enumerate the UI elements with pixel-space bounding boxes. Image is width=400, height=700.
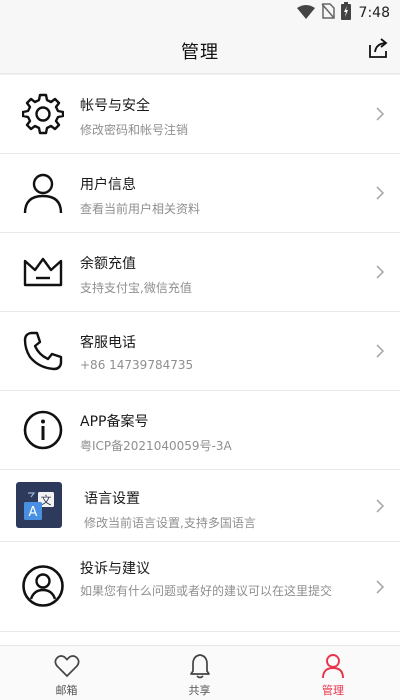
list-item-subtitle: 修改当前语言设置,支持多国语言: [84, 516, 256, 530]
bell-icon: [186, 652, 214, 680]
list-item-title: 余额充值: [80, 256, 136, 272]
list-item-subtitle: 粤ICP备2021040059号-3A: [80, 439, 232, 453]
list-item-user-info[interactable]: 用户信息 查看当前用户相关资料: [0, 154, 400, 233]
chevron-right-icon: [374, 343, 386, 359]
svg-text:文: 文: [41, 493, 52, 507]
tab-label: 管理: [322, 684, 344, 697]
list-item-feedback[interactable]: 投诉与建议 如果您有什么问题或者好的建议可以在这里提交: [0, 542, 400, 632]
list-item-subtitle: 如果您有什么问题或者好的建议可以在这里提交: [80, 584, 333, 598]
chevron-right-icon: [374, 579, 386, 595]
list-item-subtitle: 查看当前用户相关资料: [80, 202, 201, 216]
list-item-account-security[interactable]: 帐号与安全 修改密码和帐号注销: [0, 75, 400, 154]
svg-text:A: A: [29, 505, 38, 520]
status-icons: 7:48: [296, 2, 390, 24]
list-item-title: 投诉与建议: [80, 561, 150, 577]
wifi-icon: [296, 4, 315, 23]
status-bar: 7:48: [0, 0, 400, 26]
list-item-icp-record: APP备案号 粤ICP备2021040059号-3A: [0, 391, 400, 470]
page-title: 管理: [181, 42, 219, 63]
info-icon: [20, 407, 66, 453]
list-item-balance-recharge[interactable]: 余额充值 支持支付宝,微信充值: [0, 233, 400, 312]
tab-share[interactable]: 共享: [133, 646, 266, 700]
list-item-subtitle: +86 14739784735: [80, 358, 194, 372]
nav-bar: 管理: [0, 26, 400, 74]
no-sim-icon: [320, 3, 335, 23]
tab-label: 共享: [188, 684, 211, 697]
status-time: 7:48: [358, 5, 390, 21]
list-item-title: 帐号与安全: [80, 98, 150, 114]
tab-label: 邮箱: [55, 684, 78, 697]
list-item-title: 语言设置: [84, 491, 140, 507]
bottom-tab-bar: 邮箱 共享 管理: [0, 645, 400, 700]
heart-icon: [53, 652, 81, 680]
list-item-customer-service[interactable]: 客服电话 +86 14739784735: [0, 312, 400, 391]
crown-icon: [20, 249, 66, 295]
translate-icon: 文 A: [16, 482, 62, 528]
phone-icon: [20, 328, 66, 374]
list-item-title: 用户信息: [80, 177, 136, 193]
tab-manage[interactable]: 管理: [266, 646, 400, 700]
account-circle-icon: [20, 563, 66, 609]
tab-mailbox[interactable]: 邮箱: [0, 646, 133, 700]
chevron-right-icon: [374, 106, 386, 122]
list-item-language-settings[interactable]: 文 A 语言设置 修改当前语言设置,支持多国语言: [0, 470, 400, 542]
chevron-right-icon: [374, 264, 386, 280]
chevron-right-icon: [374, 185, 386, 201]
list-item-title: APP备案号: [80, 414, 149, 430]
battery-charging-icon: [340, 2, 351, 24]
person-icon: [319, 652, 347, 680]
share-button[interactable]: [366, 38, 390, 62]
settings-list: 帐号与安全 修改密码和帐号注销 用户信息 查看当前用户相关资料 余额充值 支持支…: [0, 75, 400, 645]
share-export-icon: [367, 37, 389, 63]
list-item-title: 客服电话: [80, 335, 136, 351]
list-item-subtitle: 修改密码和帐号注销: [80, 123, 189, 137]
user-icon: [20, 170, 66, 216]
list-item-subtitle: 支持支付宝,微信充值: [80, 281, 192, 295]
gear-icon: [20, 91, 66, 137]
chevron-right-icon: [374, 498, 386, 514]
